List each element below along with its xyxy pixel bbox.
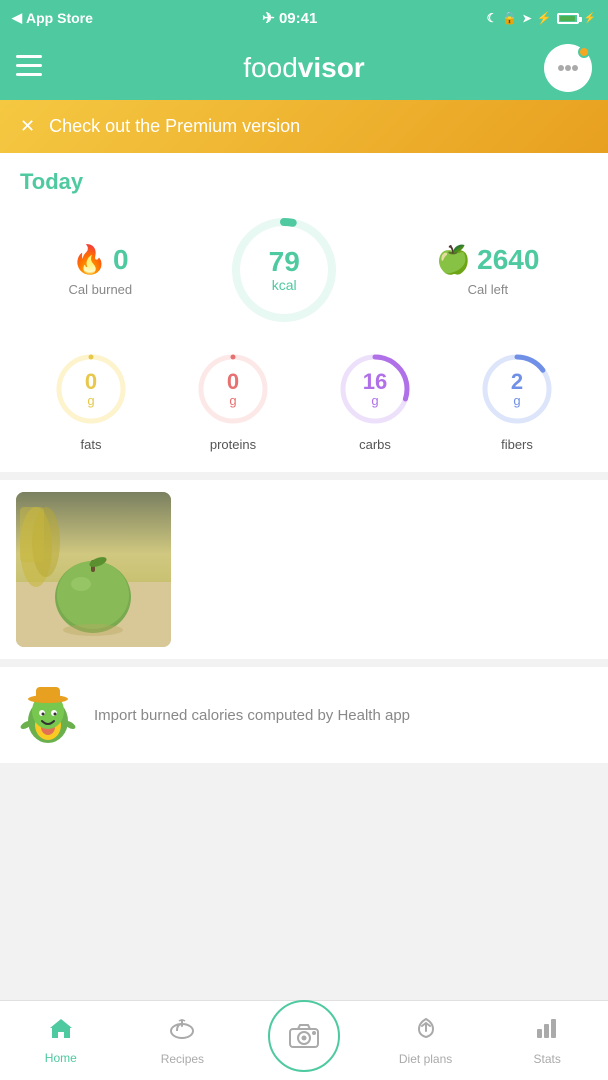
cal-left-value: 2640 xyxy=(477,244,539,276)
home-icon xyxy=(48,1016,74,1047)
airplane-icon: ✈ xyxy=(262,10,275,27)
nav-item-home[interactable]: Home xyxy=(0,1001,122,1080)
cal-burned-label: Cal burned xyxy=(69,282,133,297)
apple-icon: 🍏 xyxy=(436,243,471,276)
fats-value: 0 xyxy=(85,371,97,393)
cal-left-widget: 🍏 2640 Cal left xyxy=(436,243,539,297)
recipes-svg-icon xyxy=(169,1015,195,1041)
macro-fibers: 2 g fibers xyxy=(477,349,557,452)
home-svg-icon xyxy=(48,1016,74,1040)
nav-item-diet-plans[interactable]: Diet plans xyxy=(365,1001,487,1080)
proteins-ring: 0 g xyxy=(193,349,273,429)
cal-burned-value-row: 🔥 0 xyxy=(72,243,128,276)
app-header: foodvisor xyxy=(0,36,608,100)
stats-svg-icon xyxy=(534,1015,560,1041)
back-icon: ◀ xyxy=(12,10,22,26)
kcal-ring: 79 kcal xyxy=(229,215,339,325)
flame-icon: 🔥 xyxy=(72,243,107,276)
recipes-icon xyxy=(169,1015,195,1048)
food-image-svg xyxy=(16,492,171,647)
logo-second: visor xyxy=(298,52,365,83)
fibers-label: fibers xyxy=(501,437,533,452)
diet-plans-svg-icon xyxy=(413,1015,439,1041)
nav-label-recipes: Recipes xyxy=(161,1052,204,1066)
bottom-nav: Home Recipes xyxy=(0,1000,608,1080)
battery-icon xyxy=(557,13,579,24)
stats-icon xyxy=(534,1015,560,1048)
premium-banner[interactable]: ✕ Check out the Premium version xyxy=(0,100,608,153)
lock-icon: 🔒 xyxy=(502,11,517,25)
chat-button-container[interactable] xyxy=(544,44,592,92)
nav-label-stats: Stats xyxy=(533,1052,560,1066)
cal-left-value-row: 🍏 2640 xyxy=(436,243,539,276)
nav-item-camera[interactable] xyxy=(243,1001,365,1080)
proteins-label: proteins xyxy=(210,437,256,452)
notification-dot xyxy=(578,46,590,58)
status-bar-left: ◀ App Store xyxy=(12,10,93,26)
kcal-unit: kcal xyxy=(272,277,297,293)
fibers-unit: g xyxy=(513,393,520,408)
location-icon: ➤ xyxy=(522,12,531,25)
carbs-unit: g xyxy=(371,393,378,408)
kcal-ring-text: 79 kcal xyxy=(269,247,300,294)
kcal-value: 79 xyxy=(269,247,300,278)
nav-item-stats[interactable]: Stats xyxy=(486,1001,608,1080)
macro-fats: 0 g fats xyxy=(51,349,131,452)
proteins-unit: g xyxy=(229,393,236,408)
nav-item-recipes[interactable]: Recipes xyxy=(122,1001,244,1080)
fibers-value: 2 xyxy=(511,371,523,393)
close-premium-button[interactable]: ✕ xyxy=(20,116,35,137)
proteins-value: 0 xyxy=(227,371,239,393)
cal-burned-widget: 🔥 0 Cal burned xyxy=(69,243,133,297)
logo-first: food xyxy=(243,52,298,83)
status-bar-right: ☾ 🔒 ➤ ⚡ ⚡ xyxy=(487,11,596,25)
macro-proteins: 0 g proteins xyxy=(193,349,273,452)
carrier-label: App Store xyxy=(26,10,93,26)
premium-banner-text: Check out the Premium version xyxy=(49,116,300,137)
cal-burned-value: 0 xyxy=(113,244,129,276)
header-menu-icon[interactable] xyxy=(16,55,42,82)
camera-svg-icon xyxy=(288,1022,320,1050)
fats-label: fats xyxy=(81,437,102,452)
chat-button[interactable] xyxy=(544,44,592,92)
chat-icon xyxy=(555,58,581,78)
time-display: 09:41 xyxy=(279,10,317,27)
fibers-ring: 2 g xyxy=(477,349,557,429)
camera-circle[interactable] xyxy=(268,1000,340,1072)
app-logo: foodvisor xyxy=(243,52,364,84)
avocado-avatar xyxy=(16,683,80,747)
nav-label-diet-plans: Diet plans xyxy=(399,1052,452,1066)
nav-label-home: Home xyxy=(45,1051,77,1065)
status-bar: ◀ App Store ✈ 09:41 ☾ 🔒 ➤ ⚡ ⚡ xyxy=(0,0,608,36)
carbs-value: 16 xyxy=(363,371,387,393)
today-section: Today 🔥 0 Cal burned 79 xyxy=(0,153,608,472)
fats-ring: 0 g xyxy=(51,349,131,429)
carbs-label: carbs xyxy=(359,437,391,452)
carbs-ring: 16 g xyxy=(335,349,415,429)
food-photo[interactable] xyxy=(16,492,171,647)
import-banner-text: Import burned calories computed by Healt… xyxy=(94,705,410,726)
status-bar-time: ✈ 09:41 xyxy=(93,9,487,27)
macros-row: 0 g fats 0 g proteins 16 g xyxy=(20,349,588,452)
charging-icon: ⚡ xyxy=(584,13,596,24)
cal-left-label: Cal left xyxy=(468,282,508,297)
calories-row: 🔥 0 Cal burned 79 kcal xyxy=(20,215,588,325)
moon-icon: ☾ xyxy=(487,11,498,25)
today-label: Today xyxy=(20,169,588,195)
bluetooth-icon: ⚡ xyxy=(537,11,552,25)
fats-unit: g xyxy=(87,393,94,408)
import-banner[interactable]: Import burned calories computed by Healt… xyxy=(0,667,608,763)
diet-plans-icon xyxy=(413,1015,439,1048)
food-log-section xyxy=(0,480,608,659)
macro-carbs: 16 g carbs xyxy=(335,349,415,452)
